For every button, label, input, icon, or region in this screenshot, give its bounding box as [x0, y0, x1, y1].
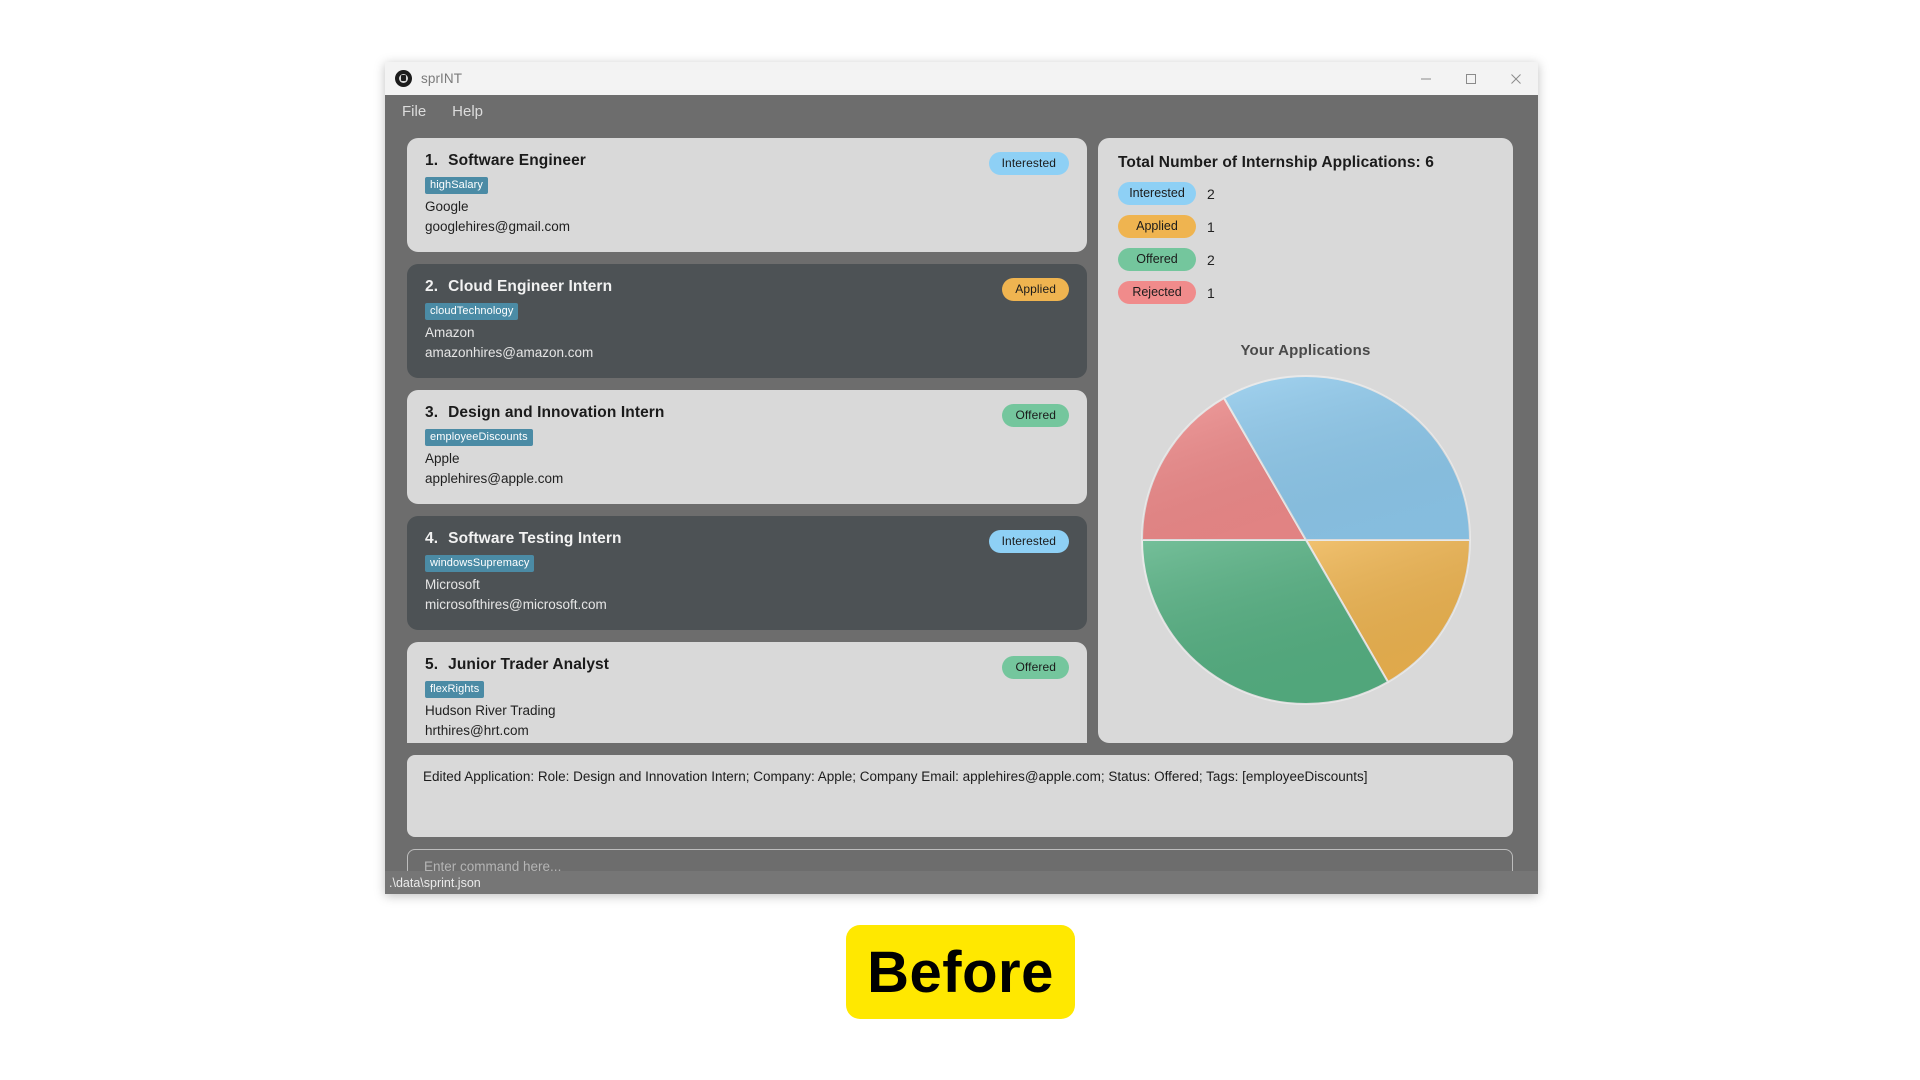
stat-row: Rejected 1 — [1118, 281, 1493, 304]
app-logo-icon — [395, 70, 412, 87]
before-annotation-badge: Before — [846, 925, 1075, 1019]
app-body: 1. Software Engineer highSalary Google googl… — [385, 127, 1538, 894]
stat-row: Interested 2 — [1118, 182, 1493, 205]
application-company: Hudson River Trading — [425, 703, 556, 718]
menu-item-file[interactable]: File — [402, 103, 426, 120]
pie-chart-svg — [1140, 375, 1471, 705]
stat-count: 1 — [1207, 284, 1215, 301]
application-email: hrthires@hrt.com — [425, 723, 529, 738]
application-role: Design and Innovation Intern — [448, 404, 665, 421]
application-card[interactable]: 1. Software Engineer highSalary Google googl… — [407, 138, 1087, 252]
application-index: 1. — [425, 152, 439, 169]
application-role: Software Testing Intern — [448, 530, 622, 547]
stat-count: 2 — [1207, 185, 1215, 202]
stats-total-label: Total Number of Internship Applications:… — [1118, 154, 1434, 171]
result-display: Edited Application: Role: Design and Inn… — [407, 755, 1513, 837]
application-role: Junior Trader Analyst — [448, 656, 610, 673]
stat-row: Offered 2 — [1118, 248, 1493, 271]
application-status-badge: Offered — [1002, 656, 1069, 679]
application-title: 3. Design and Innovation Intern — [425, 404, 1069, 422]
application-status-badge: Interested — [988, 152, 1069, 175]
stat-status-badge: Offered — [1118, 248, 1196, 271]
application-tag: employeeDiscounts — [425, 429, 533, 446]
application-tag-row: windowsSupremacy — [425, 548, 1069, 572]
status-bar: .\data\sprint.json — [385, 871, 1538, 894]
status-bar-path: .\data\sprint.json — [389, 875, 481, 890]
screenshot-root: sprINT File Help 1. Software Engineer high… — [0, 0, 1920, 1080]
application-tag-row: flexRights — [425, 674, 1069, 698]
application-email: googlehires@gmail.com — [425, 219, 571, 234]
application-index: 4. — [425, 530, 439, 547]
application-index: 2. — [425, 278, 439, 295]
statistics-panel: Total Number of Internship Applications:… — [1098, 138, 1513, 743]
application-title: 4. Software Testing Intern — [425, 530, 1069, 548]
application-tag: cloudTechnology — [425, 303, 519, 320]
stat-count: 2 — [1207, 251, 1215, 268]
application-email: microsofthires@microsoft.com — [425, 597, 607, 612]
application-company: Apple — [425, 451, 460, 466]
minimize-icon[interactable] — [1403, 62, 1448, 95]
application-status-badge: Offered — [1002, 404, 1069, 427]
application-title: 2. Cloud Engineer Intern — [425, 278, 1069, 296]
application-tag-row: highSalary — [425, 170, 1069, 194]
result-text: Edited Application: Role: Design and Inn… — [423, 769, 1368, 784]
pie-chart — [1118, 373, 1493, 707]
application-company: Google — [425, 199, 469, 214]
application-list[interactable]: 1. Software Engineer highSalary Google googl… — [407, 138, 1087, 743]
menu-item-help[interactable]: Help — [452, 103, 483, 120]
application-role: Cloud Engineer Intern — [448, 278, 613, 295]
application-company: Microsoft — [425, 577, 480, 592]
stat-count: 1 — [1207, 218, 1215, 235]
application-card[interactable]: 4. Software Testing Intern windowsSupremac… — [407, 516, 1087, 630]
before-annotation-label: Before — [867, 939, 1054, 1005]
application-role: Software Engineer — [448, 152, 586, 169]
application-card[interactable]: 3. Design and Innovation Intern employeeDi… — [407, 390, 1087, 504]
title-bar: sprINT — [385, 62, 1538, 95]
application-card[interactable]: 5. Junior Trader Analyst flexRights Hudson … — [407, 642, 1087, 743]
application-tag: highSalary — [425, 177, 488, 194]
application-company: Amazon — [425, 325, 475, 340]
application-status-badge: Applied — [1002, 278, 1069, 301]
maximize-icon[interactable] — [1448, 62, 1493, 95]
stats-rows: Interested 2 Applied 1 Offered 2 Rejected 1 — [1118, 182, 1493, 304]
application-tag-row: employeeDiscounts — [425, 422, 1069, 446]
application-status-badge: Interested — [988, 530, 1069, 553]
application-index: 5. — [425, 656, 439, 673]
pie-chart-title: Your Applications — [1240, 342, 1371, 359]
stat-status-badge: Interested — [1118, 182, 1196, 205]
application-email: applehires@apple.com — [425, 471, 564, 486]
application-tag-row: cloudTechnology — [425, 296, 1069, 320]
close-icon[interactable] — [1493, 62, 1538, 95]
application-title: 1. Software Engineer — [425, 152, 1069, 170]
menu-bar: File Help — [385, 95, 1538, 127]
application-title: 5. Junior Trader Analyst — [425, 656, 1069, 674]
application-card[interactable]: 2. Cloud Engineer Intern cloudTechnology Am… — [407, 264, 1087, 378]
application-index: 3. — [425, 404, 439, 421]
app-window: sprINT File Help 1. Software Engineer high… — [385, 62, 1538, 894]
application-tag: flexRights — [425, 681, 485, 698]
stat-status-badge: Rejected — [1118, 281, 1196, 304]
application-email: amazonhires@amazon.com — [425, 345, 594, 360]
application-tag: windowsSupremacy — [425, 555, 535, 572]
stat-status-badge: Applied — [1118, 215, 1196, 238]
window-title: sprINT — [421, 71, 463, 86]
window-controls — [1403, 62, 1538, 95]
stat-row: Applied 1 — [1118, 215, 1493, 238]
